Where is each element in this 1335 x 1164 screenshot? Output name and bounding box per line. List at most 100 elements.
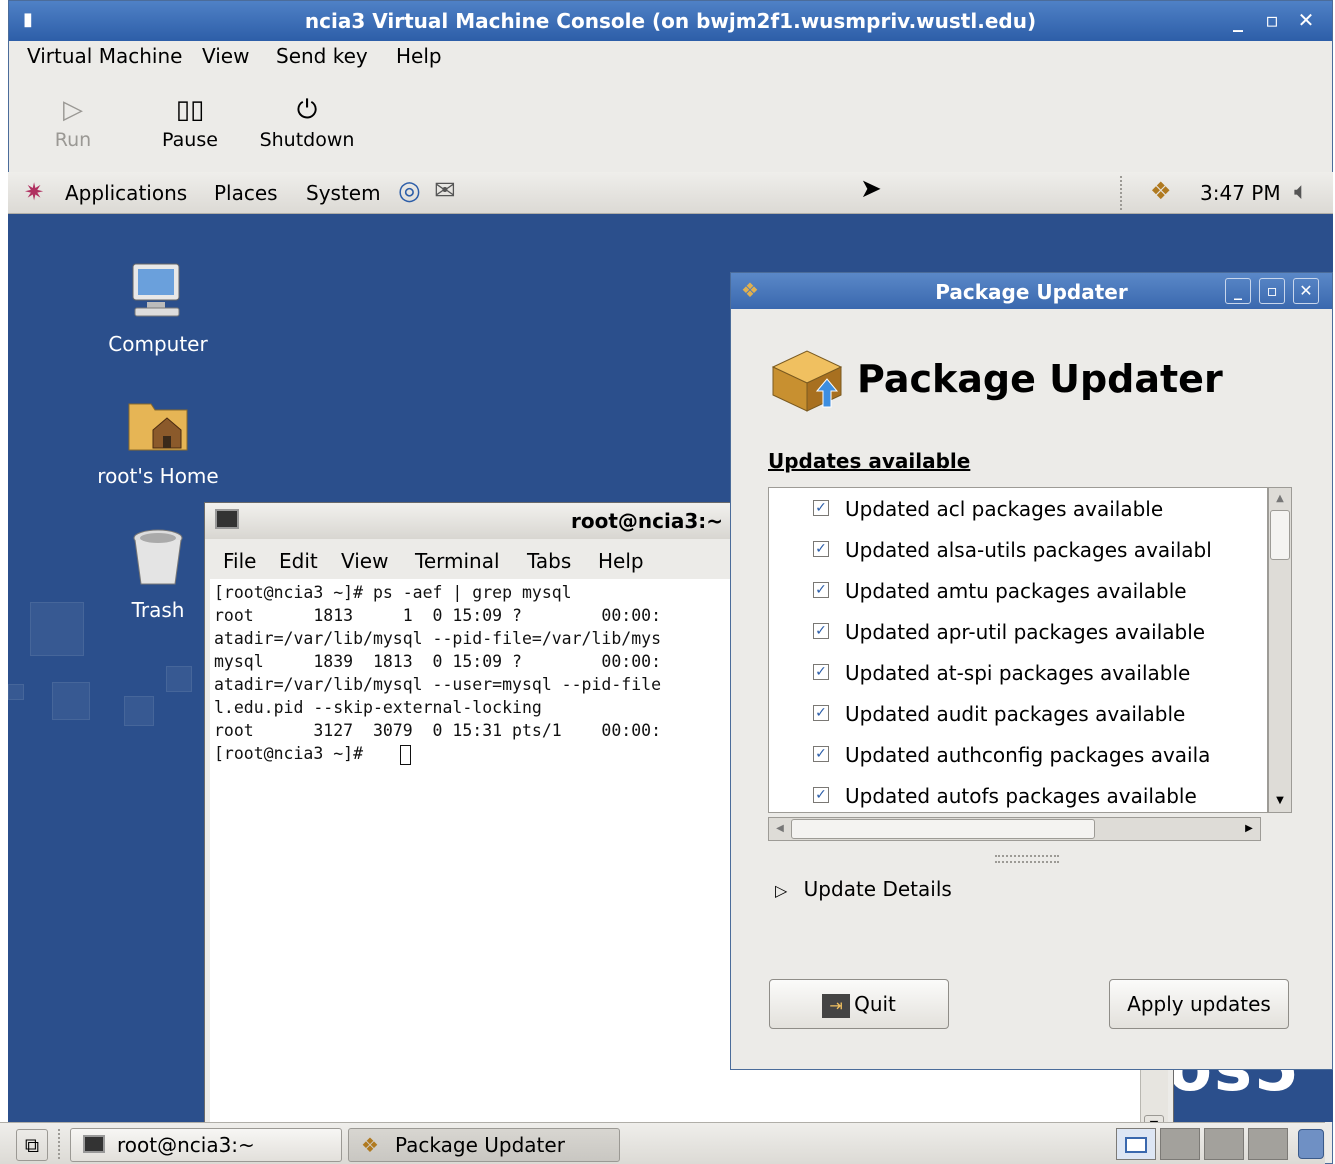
update-checkbox[interactable]: ✓ bbox=[813, 705, 829, 721]
shutdown-button[interactable]: ⏻ Shutdown bbox=[257, 91, 357, 151]
terminal-app-icon bbox=[215, 509, 239, 529]
vm-titlebar[interactable]: ▮ ncia3 Virtual Machine Console (on bwjm… bbox=[9, 1, 1332, 41]
workspace-4[interactable] bbox=[1248, 1128, 1288, 1160]
taskbar-updater-label: Package Updater bbox=[395, 1133, 565, 1157]
terminal-menu-file[interactable]: File bbox=[223, 549, 256, 573]
workspace-1[interactable] bbox=[1116, 1128, 1156, 1160]
update-notifier-icon[interactable]: ❖ bbox=[1150, 177, 1172, 205]
package-box-icon bbox=[771, 350, 843, 412]
update-row-alsa-utils[interactable]: ✓ Updated alsa-utils packages availabl bbox=[813, 538, 1212, 562]
scroll-down-icon[interactable]: ▼ bbox=[1270, 791, 1290, 811]
update-row-amtu[interactable]: ✓ Updated amtu packages available bbox=[813, 579, 1187, 603]
menu-view[interactable]: View bbox=[202, 44, 249, 68]
updates-horizontal-scrollbar[interactable]: ◀ ▶ bbox=[768, 817, 1261, 841]
email-launcher-icon[interactable]: ✉ bbox=[434, 176, 456, 206]
terminal-title: root@ncia3:~ bbox=[571, 509, 724, 533]
updates-list[interactable]: ✓ Updated acl packages available ✓ Updat… bbox=[768, 487, 1268, 813]
run-label: Run bbox=[54, 129, 92, 151]
terminal-menu-help[interactable]: Help bbox=[598, 549, 644, 573]
update-details-expander[interactable]: ▷ Update Details bbox=[775, 877, 952, 901]
update-checkbox[interactable]: ✓ bbox=[813, 623, 829, 639]
run-button[interactable]: ▷ Run bbox=[51, 91, 95, 151]
web-browser-launcher-icon[interactable]: ◎ bbox=[398, 176, 421, 206]
expander-triangle-icon: ▷ bbox=[775, 881, 788, 900]
panel-handle bbox=[58, 1129, 64, 1159]
wallpaper-square bbox=[166, 666, 192, 692]
update-row-apr-util[interactable]: ✓ Updated apr-util packages available bbox=[813, 620, 1206, 644]
terminal-line: root 1813 1 0 15:09 ? 00:00: bbox=[214, 606, 662, 625]
terminal-line: [root@ncia3 ~]# bbox=[214, 744, 373, 763]
play-icon: ▷ bbox=[63, 95, 83, 125]
updates-vertical-scrollbar[interactable]: ▲ ▼ bbox=[1268, 487, 1292, 813]
update-label: Updated alsa-utils packages availabl bbox=[845, 538, 1212, 562]
scroll-up-icon[interactable]: ▲ bbox=[1270, 489, 1290, 509]
close-icon[interactable]: ✕ bbox=[1291, 7, 1321, 35]
show-desktop-icon[interactable]: ⧉ bbox=[16, 1129, 48, 1161]
workspace-3[interactable] bbox=[1204, 1128, 1244, 1160]
update-label: Updated acl packages available bbox=[845, 497, 1164, 521]
applications-menu[interactable]: Applications bbox=[65, 181, 187, 205]
panel-clock[interactable]: 3:47 PM bbox=[1200, 181, 1281, 205]
update-checkbox[interactable]: ✓ bbox=[813, 664, 829, 680]
guest-screen[interactable]: ✷ Applications Places System ◎ ✉ ➤ ❖ 3:4… bbox=[8, 172, 1333, 1122]
update-row-autofs[interactable]: ✓ Updated autofs packages available bbox=[813, 784, 1197, 808]
updater-maximize-icon[interactable]: ▫ bbox=[1259, 278, 1285, 304]
scroll-down-icon[interactable]: ▼ bbox=[1144, 1115, 1164, 1122]
update-label: Updated apr-util packages available bbox=[845, 620, 1206, 644]
terminal-menu-edit[interactable]: Edit bbox=[279, 549, 318, 573]
update-row-at-spi[interactable]: ✓ Updated at-spi packages available bbox=[813, 661, 1191, 685]
applications-menu-icon: ✷ bbox=[24, 178, 45, 206]
system-menu[interactable]: System bbox=[306, 181, 381, 205]
taskbar-item-terminal[interactable]: root@ncia3:~ bbox=[70, 1128, 342, 1162]
quit-button[interactable]: ⇥ Quit bbox=[769, 979, 949, 1029]
workspace-window-thumb bbox=[1125, 1137, 1147, 1153]
desktop-icon-computer[interactable]: Computer bbox=[78, 260, 238, 356]
package-updater-task-icon: ❖ bbox=[361, 1133, 379, 1157]
scroll-left-icon[interactable]: ◀ bbox=[770, 819, 790, 839]
pause-button[interactable]: ▯▯ Pause bbox=[157, 91, 223, 151]
terminal-menu-terminal[interactable]: Terminal bbox=[415, 549, 500, 573]
updater-titlebar[interactable]: ❖ Package Updater _ ▫ ✕ bbox=[731, 273, 1332, 309]
update-label: Updated autofs packages available bbox=[845, 784, 1197, 808]
minimize-icon[interactable]: _ bbox=[1223, 7, 1253, 35]
maximize-icon[interactable]: ▫ bbox=[1257, 7, 1287, 35]
taskbar-terminal-label: root@ncia3:~ bbox=[117, 1133, 255, 1157]
apply-updates-button[interactable]: Apply updates bbox=[1109, 979, 1289, 1029]
volume-icon[interactable]: 🔈︎ bbox=[1294, 177, 1308, 205]
vertical-scroll-thumb[interactable] bbox=[1270, 510, 1290, 560]
pause-icon: ▯▯ bbox=[175, 95, 205, 125]
horizontal-scroll-thumb[interactable] bbox=[791, 819, 1095, 839]
desktop-background[interactable]: Computer root's Home Trash os5 root@ bbox=[8, 214, 1333, 1122]
update-checkbox[interactable]: ✓ bbox=[813, 582, 829, 598]
bottom-panel: ⧉ root@ncia3:~ ❖ Package Updater bbox=[0, 1122, 1325, 1164]
home-label: root's Home bbox=[97, 464, 219, 488]
updater-minimize-icon[interactable]: _ bbox=[1225, 278, 1251, 304]
pane-resize-handle[interactable] bbox=[995, 855, 1059, 863]
terminal-cursor bbox=[400, 745, 411, 765]
updater-close-icon[interactable]: ✕ bbox=[1293, 278, 1319, 304]
desktop-icon-home[interactable]: root's Home bbox=[78, 392, 238, 488]
menu-virtual-machine[interactable]: Virtual Machine bbox=[27, 44, 182, 68]
update-checkbox[interactable]: ✓ bbox=[813, 746, 829, 762]
scroll-right-icon[interactable]: ▶ bbox=[1239, 819, 1259, 839]
trash-applet-icon[interactable] bbox=[1298, 1129, 1324, 1159]
terminal-menu-tabs[interactable]: Tabs bbox=[527, 549, 571, 573]
update-row-authconfig[interactable]: ✓ Updated authconfig packages availa bbox=[813, 743, 1210, 767]
top-panel: ✷ Applications Places System ◎ ✉ ➤ ❖ 3:4… bbox=[8, 172, 1333, 214]
update-checkbox[interactable]: ✓ bbox=[813, 500, 829, 516]
places-menu[interactable]: Places bbox=[214, 181, 278, 205]
update-checkbox[interactable]: ✓ bbox=[813, 541, 829, 557]
taskbar-item-package-updater[interactable]: ❖ Package Updater bbox=[348, 1128, 620, 1162]
update-checkbox[interactable]: ✓ bbox=[813, 787, 829, 803]
power-icon: ⏻ bbox=[296, 95, 318, 125]
update-row-acl[interactable]: ✓ Updated acl packages available bbox=[813, 497, 1164, 521]
trash-icon bbox=[133, 529, 183, 585]
menu-send-key[interactable]: Send key bbox=[276, 44, 368, 68]
workspace-2[interactable] bbox=[1160, 1128, 1200, 1160]
update-row-audit[interactable]: ✓ Updated audit packages available bbox=[813, 702, 1185, 726]
wallpaper-square bbox=[30, 602, 84, 656]
home-folder-icon bbox=[128, 403, 188, 451]
terminal-menu-view[interactable]: View bbox=[341, 549, 388, 573]
menu-help[interactable]: Help bbox=[396, 44, 442, 68]
update-label: Updated at-spi packages available bbox=[845, 661, 1191, 685]
